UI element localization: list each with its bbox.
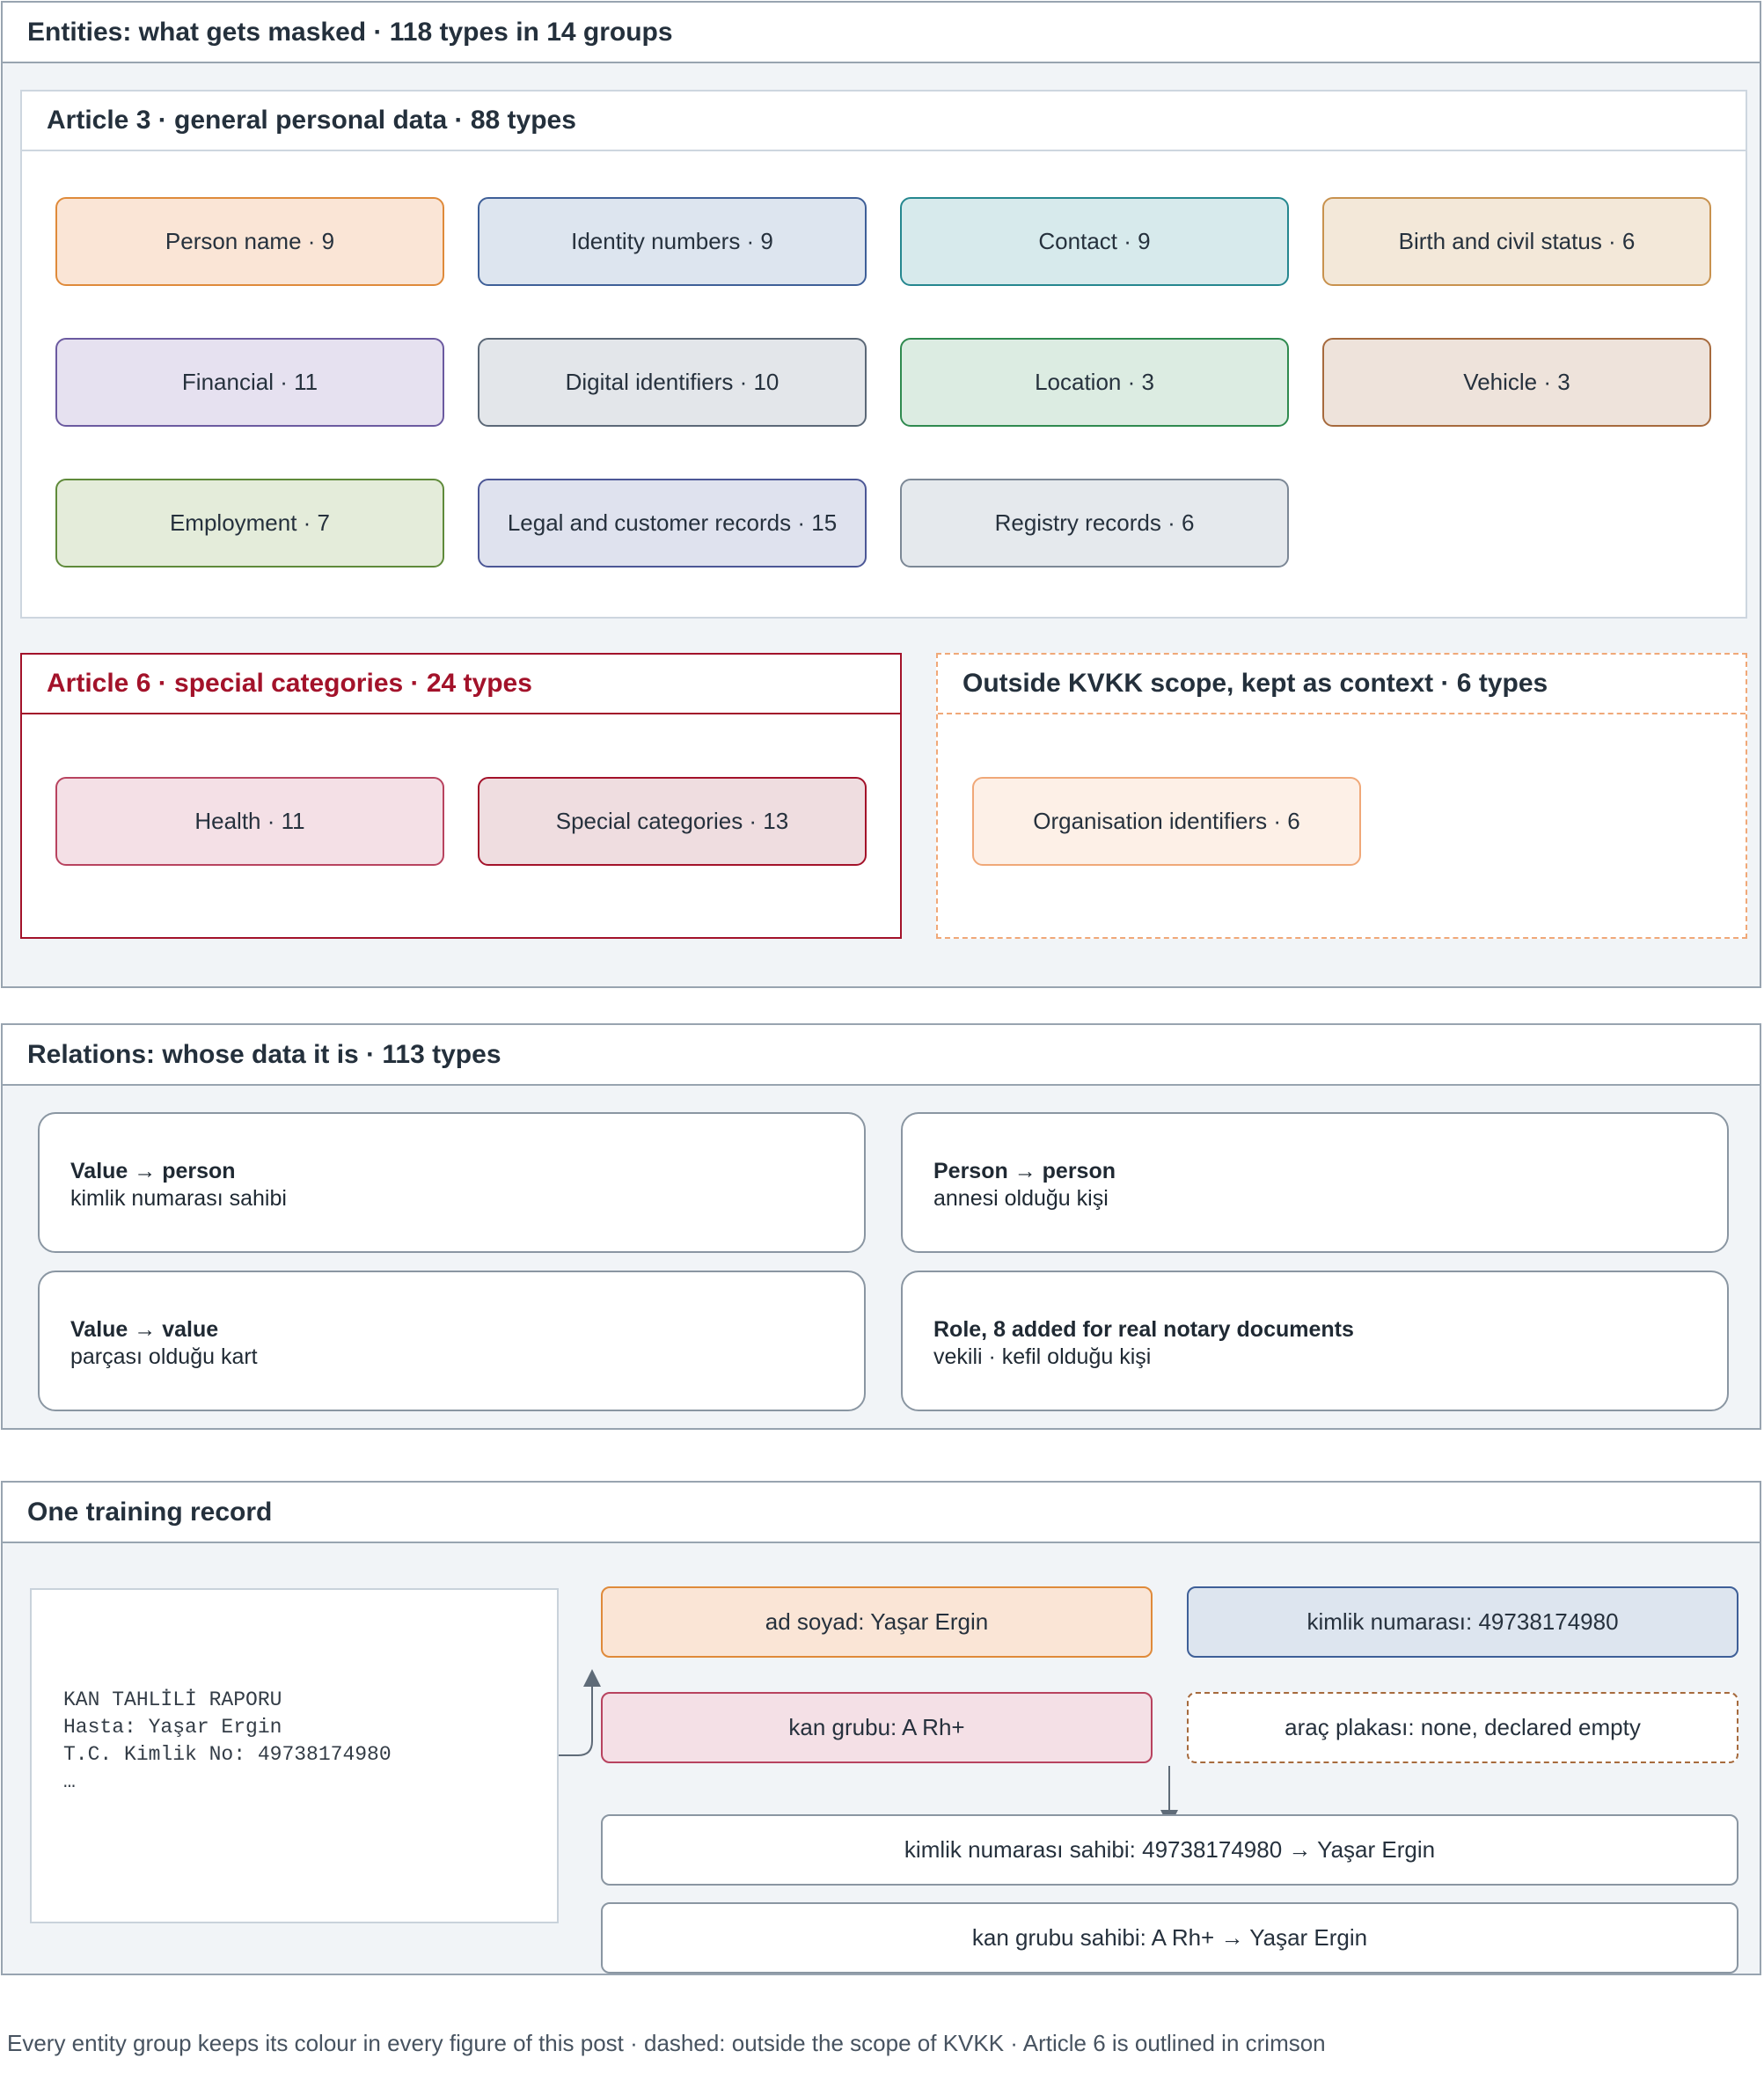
doc-line: T.C. Kimlik No: 49738174980 — [63, 1743, 392, 1766]
source-document: KAN TAHLİLİ RAPORU Hasta: Yaşar Ergin T.… — [30, 1588, 559, 1923]
group-vehicle: Vehicle · 3 — [1322, 338, 1711, 427]
group-digital-identifiers: Digital identifiers · 10 — [478, 338, 867, 427]
relation-example: kimlik numarası sahibi — [70, 1186, 287, 1211]
article6-section: Article 6 · special categories · 24 type… — [20, 653, 902, 939]
article3-title: Article 3 · general personal data · 88 t… — [22, 92, 1746, 151]
relations-panel: Relations: whose data it is · 113 types … — [1, 1023, 1761, 1430]
outside-kvkk-section: Outside KVKK scope, kept as context · 6 … — [936, 653, 1747, 939]
relation-example: parçası olduğu kart — [70, 1344, 258, 1369]
training-record-panel: One training record KAN TAHLİLİ RAPORU H… — [1, 1481, 1761, 1975]
group-financial: Financial · 11 — [55, 338, 444, 427]
document-to-entities-arrow — [559, 1687, 593, 1756]
group-identity-numbers: Identity numbers · 9 — [478, 197, 867, 286]
group-person-name: Person name · 9 — [55, 197, 444, 286]
arrow-head — [583, 1669, 601, 1687]
training-record-title: One training record — [3, 1483, 1760, 1543]
relation-type: Value → value — [70, 1317, 219, 1342]
relation-person-person: Person → person annesi olduğu kişi — [901, 1112, 1729, 1253]
group-registry-records: Registry records · 6 — [900, 479, 1289, 568]
relation-example: vekili · kefil olduğu kişi — [933, 1344, 1152, 1369]
article3-section: Article 3 · general personal data · 88 t… — [20, 90, 1747, 619]
article6-title: Article 6 · special categories · 24 type… — [22, 655, 900, 714]
relation-value-person: Value → person kimlik numarası sahibi — [38, 1112, 866, 1253]
relation-example: annesi olduğu kişi — [933, 1186, 1109, 1211]
record-entity-name: ad soyad: Yaşar Ergin — [601, 1586, 1153, 1658]
group-location: Location · 3 — [900, 338, 1289, 427]
outside-kvkk-title: Outside KVKK scope, kept as context · 6 … — [938, 655, 1746, 714]
relation-type: Role, 8 added for real notary documents — [933, 1317, 1354, 1342]
footnote: Every entity group keeps its colour in e… — [7, 2030, 1326, 2056]
record-entity-plate-empty: araç plakası: none, declared empty — [1187, 1692, 1738, 1763]
doc-line: Hasta: Yaşar Ergin — [63, 1716, 282, 1739]
record-relation-identity-owner: kimlik numarası sahibi: 49738174980 → Ya… — [601, 1814, 1738, 1886]
group-legal-customer-records: Legal and customer records · 15 — [478, 479, 867, 568]
entities-panel: Entities: what gets masked · 118 types i… — [1, 1, 1761, 988]
relation-role: Role, 8 added for real notary documents … — [901, 1271, 1729, 1411]
group-contact: Contact · 9 — [900, 197, 1289, 286]
group-special-categories: Special categories · 13 — [478, 777, 867, 866]
relation-type: Person → person — [933, 1159, 1116, 1183]
group-birth-civil-status: Birth and civil status · 6 — [1322, 197, 1711, 286]
group-employment: Employment · 7 — [55, 479, 444, 568]
record-entity-identity-number: kimlik numarası: 49738174980 — [1187, 1586, 1738, 1658]
relation-type: Value → person — [70, 1159, 236, 1183]
relation-value-value: Value → value parçası olduğu kart — [38, 1271, 866, 1411]
group-health: Health · 11 — [55, 777, 444, 866]
record-relation-blood-owner: kan grubu sahibi: A Rh+ → Yaşar Ergin — [601, 1902, 1738, 1974]
entities-title: Entities: what gets masked · 118 types i… — [3, 3, 1760, 63]
relations-title: Relations: whose data it is · 113 types — [3, 1025, 1760, 1086]
doc-line: KAN TAHLİLİ RAPORU — [63, 1688, 282, 1711]
record-entity-blood-group: kan grubu: A Rh+ — [601, 1692, 1153, 1763]
doc-line: … — [63, 1770, 76, 1793]
group-organisation-identifiers: Organisation identifiers · 6 — [972, 777, 1361, 866]
